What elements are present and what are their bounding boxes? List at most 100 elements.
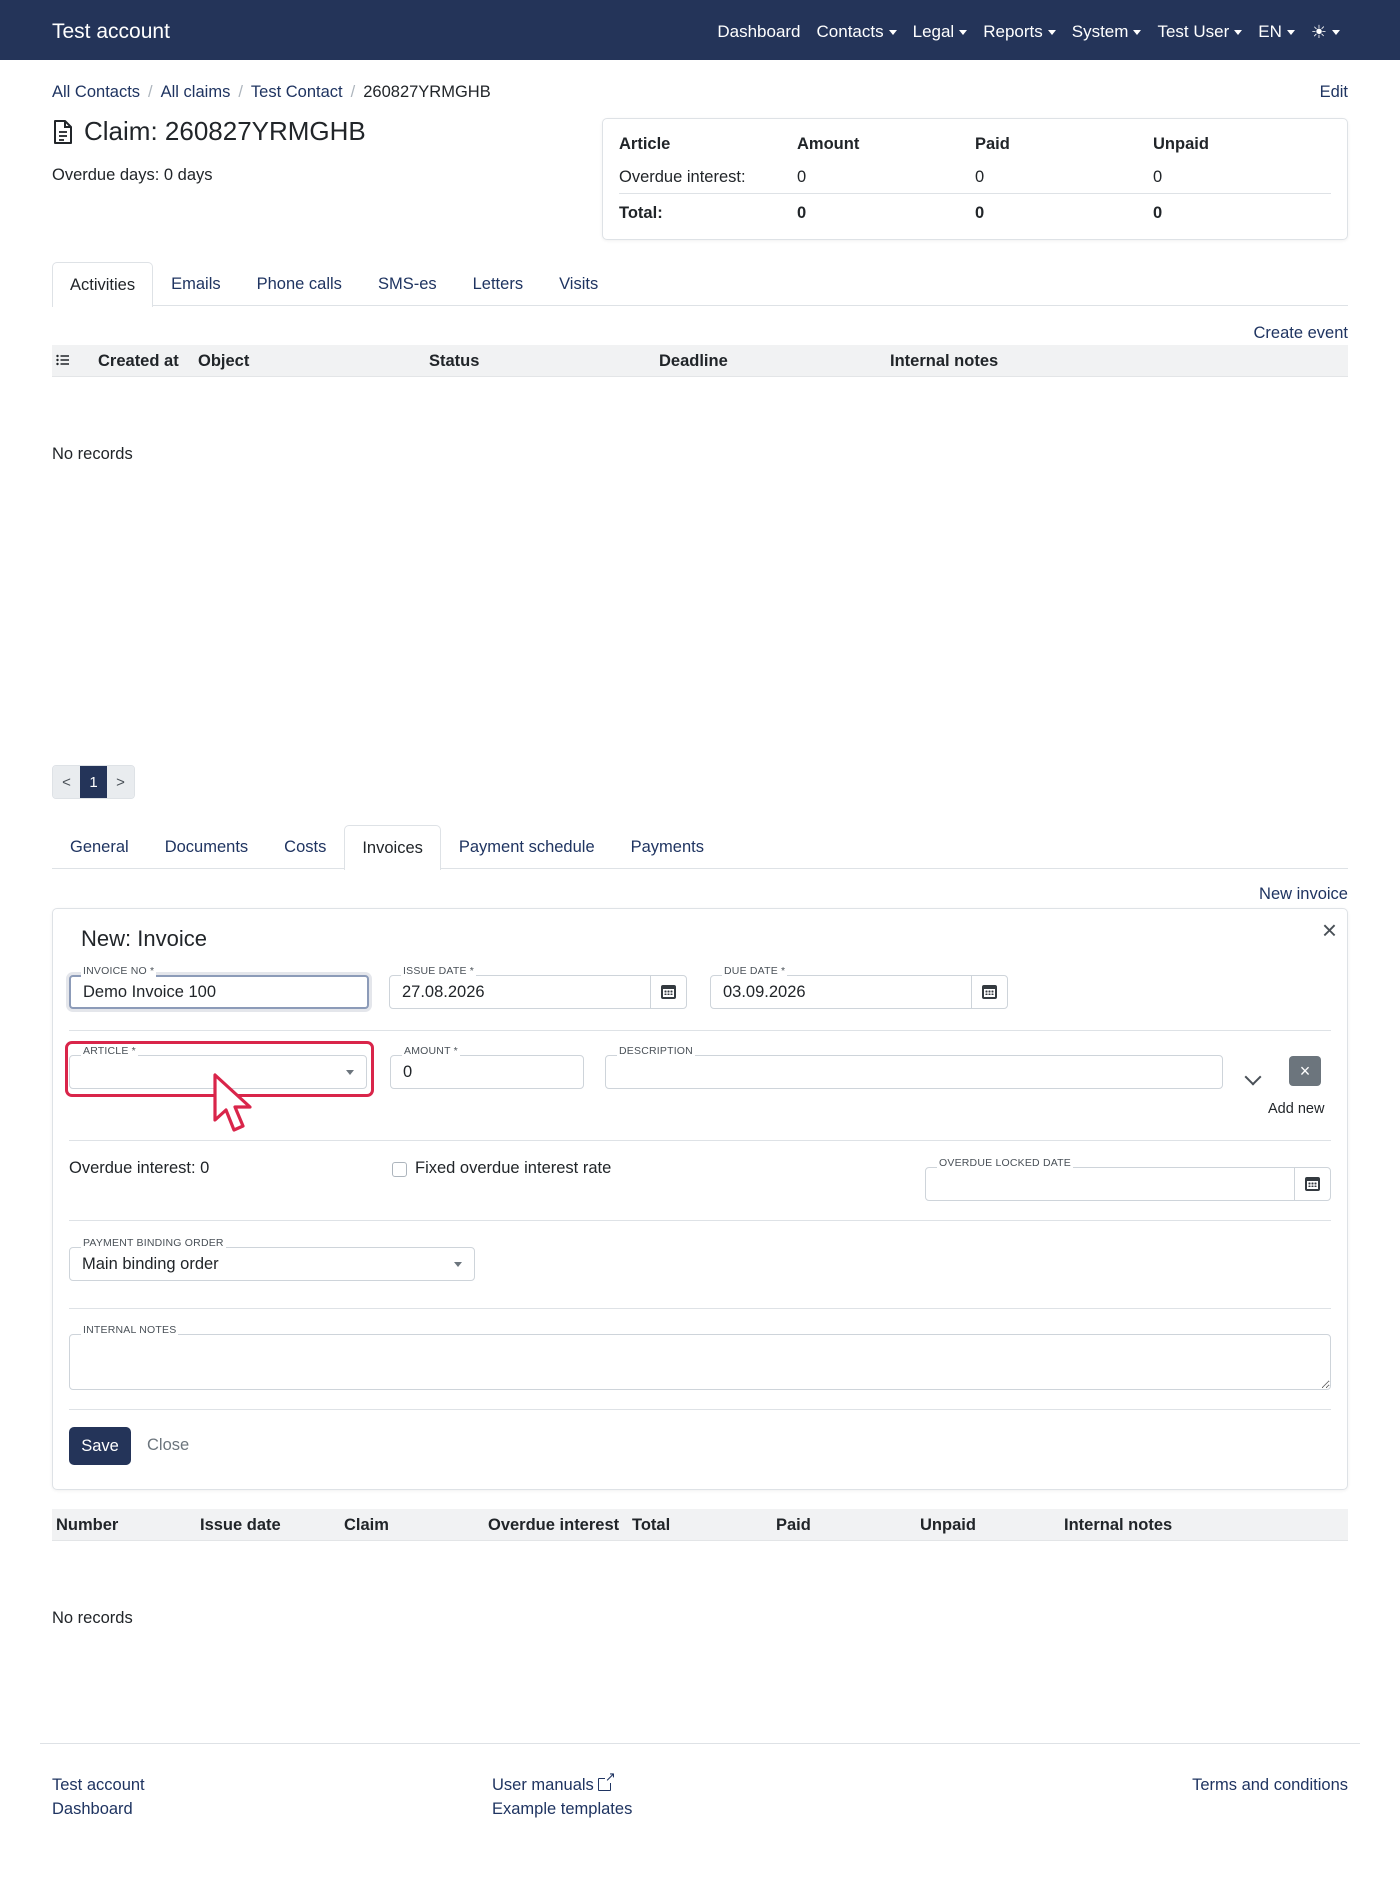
cursor-icon xyxy=(213,1073,252,1132)
nav-language-dropdown[interactable]: EN xyxy=(1258,22,1295,42)
due-date-calendar-button[interactable] xyxy=(971,976,1007,1008)
breadcrumb-test-contact[interactable]: Test Contact xyxy=(251,83,343,102)
nav-theme-dropdown[interactable]: ☀ xyxy=(1311,23,1340,41)
nav-language-label: EN xyxy=(1258,22,1282,41)
internal-notes-textarea[interactable] xyxy=(69,1334,1331,1390)
nav-contacts-dropdown[interactable]: Contacts xyxy=(817,22,897,42)
edit-link[interactable]: Edit xyxy=(1320,83,1348,102)
tab-activities[interactable]: Activities xyxy=(52,262,154,307)
due-date-label: DUE DATE * xyxy=(722,965,788,977)
breadcrumb-separator: / xyxy=(238,83,243,101)
pagination-next[interactable]: > xyxy=(107,766,134,798)
nav-contacts-label: Contacts xyxy=(816,22,884,41)
payment-binding-order-label: PAYMENT BINDING ORDER xyxy=(81,1237,226,1249)
tab-documents[interactable]: Documents xyxy=(147,825,266,869)
breadcrumb-all-claims[interactable]: All claims xyxy=(161,83,231,102)
list-icon[interactable] xyxy=(56,353,70,372)
tab-costs[interactable]: Costs xyxy=(266,825,344,869)
invoice-no-input[interactable]: Demo Invoice 100 xyxy=(69,975,369,1009)
brand-link[interactable]: Test account xyxy=(52,20,170,44)
summary-header-amount: Amount xyxy=(797,135,860,153)
create-event-link[interactable]: Create event xyxy=(1254,324,1348,343)
fixed-rate-label[interactable]: Fixed overdue interest rate xyxy=(415,1159,611,1178)
delete-line-button[interactable]: × xyxy=(1289,1056,1321,1086)
col-status: Status xyxy=(429,352,480,370)
summary-cell: 0 xyxy=(797,162,975,194)
external-link-icon xyxy=(597,1770,616,1791)
tab-emails[interactable]: Emails xyxy=(153,262,239,306)
pagination-prev[interactable]: < xyxy=(53,766,80,798)
internal-notes-field: INTERNAL NOTES xyxy=(69,1324,1331,1390)
sun-icon: ☀ xyxy=(1310,22,1327,42)
issue-date-calendar-button[interactable] xyxy=(650,976,686,1008)
col-overdue-interest: Overdue interest xyxy=(488,1516,620,1534)
footer-example-templates-link[interactable]: Example templates xyxy=(492,1800,632,1819)
nav-dashboard[interactable]: Dashboard xyxy=(717,22,800,42)
pagination: < 1 > xyxy=(52,765,135,799)
overdue-locked-date-calendar-button[interactable] xyxy=(1294,1168,1330,1200)
nav-system-dropdown[interactable]: System xyxy=(1072,22,1142,42)
summary-table: Article Amount Paid Unpaid Overdue inter… xyxy=(619,133,1331,229)
footer-test-account-link[interactable]: Test account xyxy=(52,1776,145,1795)
chevron-down-icon[interactable] xyxy=(1244,1068,1262,1086)
invoice-no-label: INVOICE NO * xyxy=(81,965,157,977)
summary-header-article: Article xyxy=(619,135,671,153)
nav-legal-label: Legal xyxy=(912,22,955,41)
close-icon: × xyxy=(1299,1060,1311,1081)
tab-letters[interactable]: Letters xyxy=(455,262,541,306)
claim-title: Claim: 260827YRMGHB xyxy=(84,116,366,146)
nav-user-label: Test User xyxy=(1157,22,1230,41)
add-new-link[interactable]: Add new xyxy=(1268,1101,1324,1117)
col-issue-date: Issue date xyxy=(200,1516,281,1534)
overdue-locked-date-field: OVERDUE LOCKED DATE xyxy=(925,1157,1331,1201)
breadcrumb-all-contacts[interactable]: All Contacts xyxy=(52,83,140,102)
nav-legal-dropdown[interactable]: Legal xyxy=(913,22,968,42)
summary-cell: 0 xyxy=(1153,162,1331,194)
breadcrumb-separator: / xyxy=(350,83,356,101)
payment-binding-order-value: Main binding order xyxy=(82,1254,219,1273)
footer-user-manuals-link[interactable]: User manuals xyxy=(492,1770,616,1795)
close-icon[interactable]: × xyxy=(1322,917,1337,943)
tab-sms-es[interactable]: SMS-es xyxy=(360,262,455,306)
nav-user-dropdown[interactable]: Test User xyxy=(1157,22,1243,42)
nav-system-label: System xyxy=(1071,22,1129,41)
tab-payments[interactable]: Payments xyxy=(613,825,722,869)
amount-input[interactable]: 0 xyxy=(390,1055,584,1089)
footer-terms-link[interactable]: Terms and conditions xyxy=(1192,1776,1348,1795)
fixed-rate-checkbox[interactable] xyxy=(392,1162,407,1177)
pagination-page[interactable]: 1 xyxy=(80,766,107,798)
due-date-input[interactable]: 03.09.2026 xyxy=(710,975,1008,1009)
footer-dashboard-link[interactable]: Dashboard xyxy=(52,1800,133,1819)
calendar-icon xyxy=(982,985,997,999)
caret-down-icon xyxy=(1047,29,1056,35)
summary-total-cell: 0 xyxy=(1153,204,1163,222)
payment-binding-order-select[interactable]: Main binding order xyxy=(69,1247,475,1281)
caret-down-icon xyxy=(454,1262,462,1267)
due-date-value: 03.09.2026 xyxy=(723,982,806,1001)
caret-down-icon xyxy=(959,29,968,35)
tab-visits[interactable]: Visits xyxy=(541,262,616,306)
nav-menu: Dashboard Contacts Legal Reports System … xyxy=(717,22,1340,42)
overdue-locked-date-input[interactable] xyxy=(925,1167,1331,1201)
invoice-form-card: New: Invoice × Demo Invoice 100 INVOICE … xyxy=(52,908,1348,1490)
save-button[interactable]: Save xyxy=(69,1427,131,1465)
footer-divider xyxy=(40,1743,1360,1744)
close-button[interactable]: Close xyxy=(147,1436,189,1455)
tab-invoices[interactable]: Invoices xyxy=(344,825,441,870)
col-created-at: Created at xyxy=(98,352,179,370)
tab-general[interactable]: General xyxy=(52,825,147,869)
nav-reports-label: Reports xyxy=(983,22,1043,41)
activities-no-records: No records xyxy=(52,445,133,463)
issue-date-input[interactable]: 27.08.2026 xyxy=(389,975,687,1009)
summary-row: Overdue interest: 0 0 0 xyxy=(619,162,1331,194)
invoices-no-records: No records xyxy=(52,1609,133,1627)
invoices-table-header: Number Issue date Claim Overdue interest… xyxy=(52,1509,1348,1541)
tab-phone-calls[interactable]: Phone calls xyxy=(239,262,360,306)
tab-payment-schedule[interactable]: Payment schedule xyxy=(441,825,613,869)
amount-label: AMOUNT * xyxy=(402,1045,460,1057)
description-input[interactable] xyxy=(605,1055,1223,1089)
caret-down-icon xyxy=(1234,29,1243,35)
claim-tabs: General Documents Costs Invoices Payment… xyxy=(52,825,1348,870)
nav-reports-dropdown[interactable]: Reports xyxy=(983,22,1056,42)
new-invoice-link[interactable]: New invoice xyxy=(1259,885,1348,904)
